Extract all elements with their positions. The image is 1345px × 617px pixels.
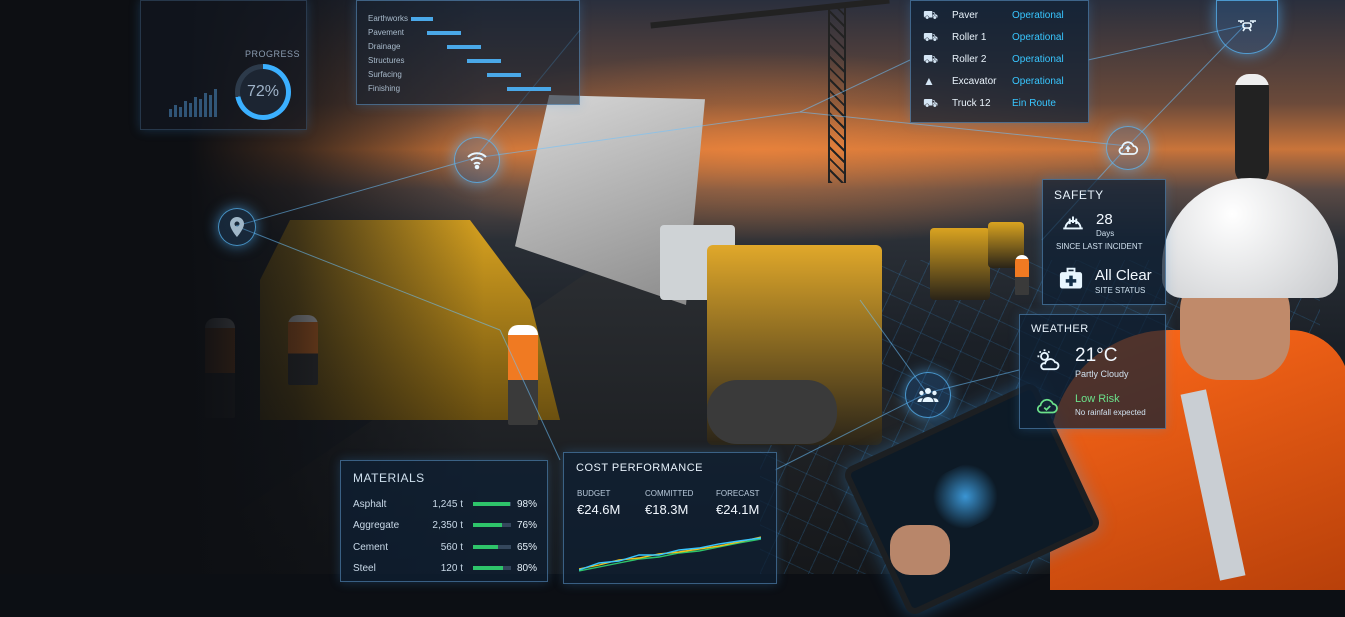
material-name: Cement: [353, 541, 389, 553]
equipment-row[interactable]: ▲ Excavator Operational: [923, 72, 1064, 90]
progress-label: PROGRESS: [245, 49, 301, 59]
material-qty: 2,350 t: [432, 519, 463, 531]
excavator-icon: ▲: [923, 74, 935, 88]
gantt-bar: [427, 31, 461, 35]
temperature: 21°C: [1075, 345, 1118, 366]
weather-panel: WEATHER 21°C Partly Cloudy Low Risk No r…: [1019, 314, 1166, 429]
progress-bars: [169, 89, 217, 117]
equipment-status: Operational: [1012, 75, 1064, 87]
equipment-row[interactable]: ⛟ Truck 12 Ein Route: [923, 94, 1056, 112]
material-row: Asphalt 1,245 t 98%: [353, 497, 537, 511]
roller-icon: ⛟: [923, 52, 939, 66]
material-row: Steel 120 t 80%: [353, 561, 537, 575]
equipment-name: Excavator: [952, 75, 997, 87]
gantt-bar: [467, 59, 501, 63]
material-name: Steel: [353, 562, 376, 574]
equipment-status: Operational: [1012, 9, 1064, 21]
days-since-incident-value: 28: [1096, 211, 1113, 228]
material-row: Aggregate 2,350 t 76%: [353, 518, 537, 532]
material-progress-fill: [473, 523, 502, 527]
equipment-row[interactable]: ⛟ Paver Operational: [923, 6, 1064, 24]
weather-title: WEATHER: [1031, 323, 1089, 335]
equipment-status: Ein Route: [1012, 97, 1056, 109]
equipment-name: Truck 12: [952, 97, 991, 109]
forecast-label: FORECAST: [716, 489, 760, 498]
progress-panel: PROGRESS 72%: [140, 0, 307, 130]
material-progress-fill: [473, 545, 498, 549]
days-since-incident-caption: SINCE LAST INCIDENT: [1056, 242, 1143, 251]
safety-panel: SAFETY 28 Days SINCE LAST INCIDENT All C…: [1042, 179, 1166, 305]
committed-label: COMMITTED: [645, 489, 694, 498]
gantt-bar: [507, 87, 551, 91]
partly-cloudy-icon: [1032, 347, 1064, 375]
material-progress-fill: [473, 566, 504, 570]
weather-risk: Low Risk: [1075, 393, 1120, 405]
wifi-icon[interactable]: [454, 137, 500, 183]
material-name: Asphalt: [353, 498, 387, 510]
material-progress-track: [473, 545, 511, 549]
equipment-status-panel: ⛟ Paver Operational ⛟ Roller 1 Operation…: [910, 0, 1089, 123]
material-progress-track: [473, 566, 511, 570]
progress-ring: 72%: [235, 64, 291, 120]
hard-hat-icon: [1059, 210, 1087, 236]
site-status-caption: SITE STATUS: [1095, 286, 1146, 295]
gantt-bar: [487, 73, 521, 77]
equipment-row[interactable]: ⛟ Roller 1 Operational: [923, 28, 1064, 46]
equipment-name: Paver: [952, 9, 979, 21]
material-pct: 98%: [517, 498, 538, 510]
gantt-row-label: Surfacing: [368, 70, 402, 79]
equipment-row[interactable]: ⛟ Roller 2 Operational: [923, 50, 1064, 68]
materials-panel: MATERIALS Asphalt 1,245 t 98% Aggregate …: [340, 460, 548, 582]
gantt-bar: [411, 17, 433, 21]
committed-value: €18.3M: [645, 502, 689, 517]
hand: [890, 525, 950, 575]
gantt-row-label: Pavement: [368, 28, 405, 37]
first-aid-icon: [1057, 264, 1085, 292]
material-pct: 76%: [517, 519, 538, 531]
cloud-check-icon: [1032, 393, 1062, 419]
team-icon[interactable]: [905, 372, 951, 418]
equipment-status: Operational: [1012, 31, 1064, 43]
material-pct: 65%: [517, 541, 538, 553]
truck-icon: ⛟: [923, 96, 939, 110]
site-status-value: All Clear: [1095, 267, 1152, 284]
equipment-name: Roller 1: [952, 31, 987, 43]
days-unit: Days: [1096, 229, 1115, 238]
schedule-gantt-panel: Earthworks Pavement Drainage Structures …: [356, 0, 580, 105]
material-row: Cement 560 t 65%: [353, 540, 537, 554]
equipment-name: Roller 2: [952, 53, 987, 65]
budget-value: €24.6M: [577, 502, 621, 517]
material-qty: 560 t: [440, 541, 463, 553]
material-qty: 120 t: [440, 562, 463, 574]
gantt-row-label: Structures: [368, 56, 405, 65]
roller-icon: ⛟: [923, 30, 939, 44]
material-name: Aggregate: [353, 519, 400, 531]
helmet-camera: [1235, 74, 1269, 184]
forecast-value: €24.1M: [716, 502, 760, 517]
paver-icon: ⛟: [923, 8, 939, 22]
cloud-upload-icon[interactable]: [1106, 126, 1150, 170]
safety-title: SAFETY: [1054, 188, 1104, 202]
material-progress-track: [473, 502, 511, 506]
material-qty: 1,245 t: [432, 498, 463, 510]
cost-trend-sparkline: [579, 536, 761, 572]
gantt-row-label: Drainage: [368, 42, 401, 51]
budget-label: BUDGET: [577, 489, 611, 498]
materials-title: MATERIALS: [353, 471, 425, 485]
cost-performance-panel: COST PERFORMANCE BUDGET €24.6M COMMITTED…: [563, 452, 777, 584]
cost-title: COST PERFORMANCE: [576, 462, 703, 474]
equipment-status: Operational: [1012, 53, 1064, 65]
material-progress-track: [473, 523, 511, 527]
location-pin-icon[interactable]: [218, 208, 256, 246]
gantt-row-label: Earthworks: [368, 14, 409, 23]
material-pct: 80%: [517, 562, 538, 574]
weather-risk-caption: No rainfall expected: [1075, 408, 1146, 417]
progress-value: 72%: [246, 83, 280, 100]
gantt-bar: [447, 45, 481, 49]
weather-condition: Partly Cloudy: [1075, 369, 1129, 379]
gantt-row-label: Finishing: [368, 84, 401, 93]
material-progress-fill: [473, 502, 511, 506]
